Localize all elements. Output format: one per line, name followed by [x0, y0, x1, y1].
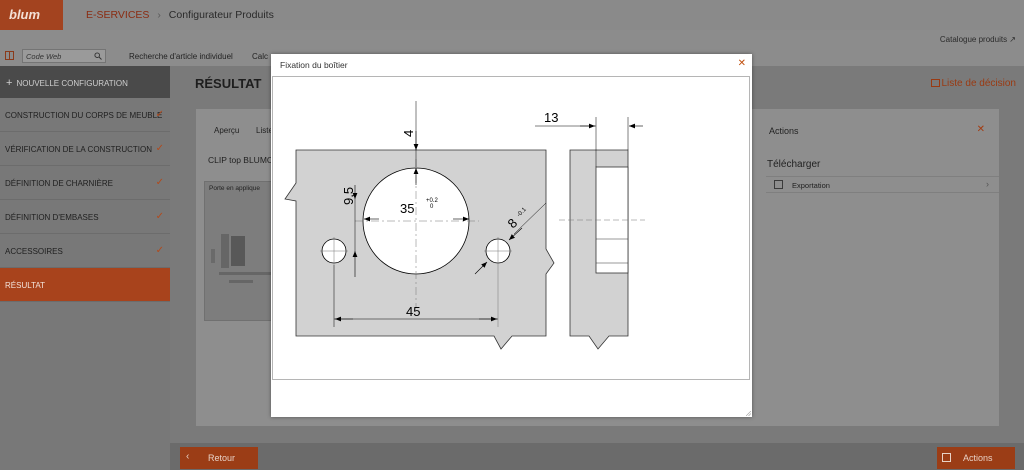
sidebar-item-accessoires[interactable]: ACCESSOIRES ✓ — [0, 234, 170, 268]
external-link-icon: ↗ — [1009, 35, 1016, 44]
chevron-left-icon: ‹ — [186, 451, 190, 462]
sidebar: + NOUVELLE CONFIGURATION CONSTRUCTION DU … — [0, 66, 170, 470]
sidebar-item-label: RÉSULTAT — [5, 281, 46, 290]
dim-spacing: 45 — [406, 304, 420, 319]
sidebar-item-resultat[interactable]: RÉSULTAT — [0, 268, 170, 302]
breadcrumb-current: Configurateur Produits — [168, 9, 274, 21]
technical-drawing: 4 9,5 35 +0.2 0 8 -0.1 45 13 — [272, 76, 750, 380]
product-image[interactable]: Porte en applique — [204, 181, 274, 321]
catalog-link[interactable]: Catalogue produits ↗ — [940, 35, 1016, 44]
dim-width-side: 13 — [544, 110, 558, 125]
modal-title: Fixation du boîtier — [280, 60, 348, 70]
sidebar-item-label: DÉFINITION DE CHARNIÈRE — [5, 179, 114, 188]
close-icon[interactable]: ✕ — [977, 124, 985, 135]
list-icon — [930, 79, 940, 87]
page-title: RÉSULTAT — [195, 76, 262, 91]
back-label: Retour — [208, 453, 236, 463]
product-name: CLIP top BLUMO — [208, 155, 274, 165]
dim-cup-diameter: 35 — [400, 201, 414, 216]
search-input[interactable] — [26, 51, 92, 61]
actions-label: Actions — [963, 453, 993, 463]
toolbar-item-search-article[interactable]: Recherche d'article individuel — [129, 52, 233, 61]
search-box — [22, 49, 106, 63]
hinge-thumbnail — [211, 234, 271, 283]
tab-apercu[interactable]: Aperçu — [214, 126, 239, 135]
chevron-right-icon: › — [986, 179, 989, 189]
check-icon: ✓ — [155, 211, 164, 222]
app-header: blum E-SERVICES › Configurateur Produits — [0, 0, 1024, 30]
sidebar-item-label: ACCESSOIRES — [5, 247, 63, 256]
sidebar-item-label: CONSTRUCTION DU CORPS DE MEUBLE — [5, 111, 163, 120]
download-title: Télécharger — [767, 159, 821, 170]
decision-list-link[interactable]: Liste de décision — [930, 78, 1017, 89]
new-configuration-label: NOUVELLE CONFIGURATION — [16, 79, 128, 88]
sidebar-item-charniere[interactable]: DÉFINITION DE CHARNIÈRE ✓ — [0, 166, 170, 200]
chevron-right-icon: › — [157, 9, 161, 21]
back-button[interactable]: ‹ Retour — [180, 447, 258, 469]
decision-list-label: Liste de décision — [941, 78, 1017, 89]
catalog-link-label: Catalogue produits — [939, 35, 1008, 44]
panel-toggle-icon[interactable] — [5, 51, 14, 60]
toolbar-item-calc[interactable]: Calc — [252, 52, 268, 61]
search-icon[interactable] — [94, 52, 102, 60]
breadcrumb-e-services[interactable]: E-SERVICES — [86, 9, 149, 21]
check-icon: ✓ — [155, 109, 164, 120]
dim-vertical: 9,5 — [341, 187, 356, 205]
new-configuration-button[interactable]: + NOUVELLE CONFIGURATION — [0, 66, 170, 98]
resize-handle-icon[interactable] — [746, 411, 751, 416]
sidebar-item-label: DÉFINITION D'EMBASES — [5, 213, 99, 222]
export-label: Exportation — [792, 181, 830, 190]
close-icon[interactable]: ✕ — [738, 58, 746, 69]
sidebar-item-construction[interactable]: CONSTRUCTION DU CORPS DE MEUBLE ✓ — [0, 98, 170, 132]
actions-icon — [942, 453, 951, 462]
check-icon: ✓ — [155, 143, 164, 154]
check-icon: ✓ — [155, 177, 164, 188]
blum-logo[interactable]: blum — [0, 0, 63, 30]
sidebar-item-verification[interactable]: VÉRIFICATION DE LA CONSTRUCTION ✓ — [0, 132, 170, 166]
drilling-diagram: 4 9,5 35 +0.2 0 8 -0.1 45 13 — [284, 101, 645, 350]
check-icon: ✓ — [155, 245, 164, 256]
modal-dialog: Fixation du boîtier ✕ 4 9,5 35 +0.2 0 8 … — [271, 54, 752, 417]
actions-title: Actions — [769, 126, 799, 136]
sidebar-item-embases[interactable]: DÉFINITION D'EMBASES ✓ — [0, 200, 170, 234]
image-label: Porte en applique — [209, 185, 260, 192]
plus-icon: + — [6, 77, 13, 89]
export-row[interactable]: Exportation › — [766, 176, 999, 193]
breadcrumb: E-SERVICES › Configurateur Produits — [86, 9, 274, 21]
actions-button[interactable]: Actions — [937, 447, 1015, 469]
export-icon — [774, 180, 783, 189]
sidebar-item-label: VÉRIFICATION DE LA CONSTRUCTION — [5, 145, 152, 154]
dim-top-offset: 4 — [401, 130, 416, 137]
